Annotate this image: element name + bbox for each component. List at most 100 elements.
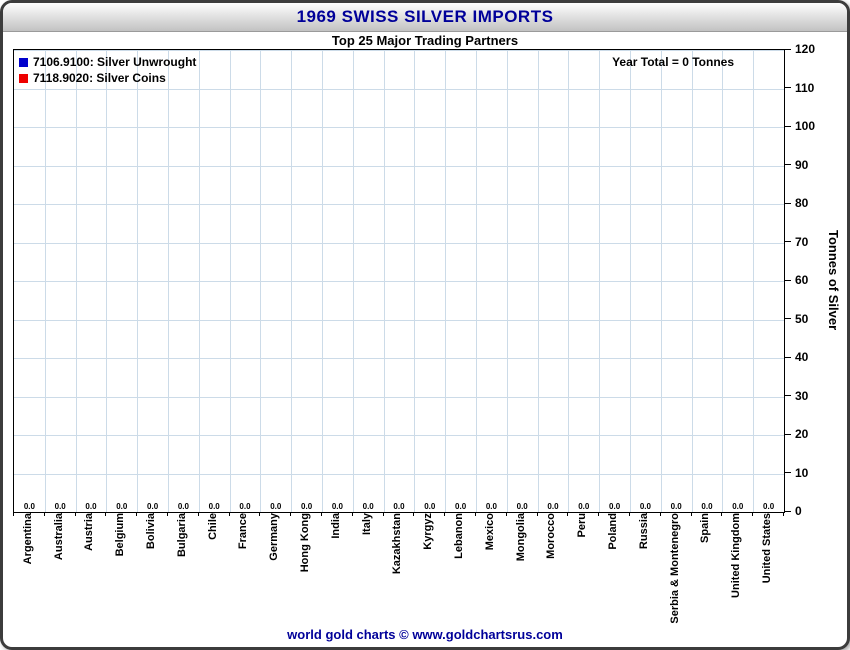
x-category-label: Kyrgyz [413, 513, 444, 550]
h-gridline [14, 435, 784, 436]
x-category-label: Bolivia [136, 513, 167, 549]
x-tick-mark [75, 512, 76, 516]
x-category-label: France [229, 513, 260, 549]
y-tick-label: 90 [795, 158, 808, 172]
h-gridline [14, 204, 784, 205]
x-category-label-text: Poland [608, 513, 619, 550]
y-tick-mark [785, 87, 791, 88]
x-category-label: Morocco [537, 513, 568, 559]
y-tick-mark [785, 511, 791, 512]
v-gridline [753, 50, 754, 512]
x-tick-mark [475, 512, 476, 516]
legend-swatch-blue [19, 58, 28, 67]
x-category-label: Austria [75, 513, 106, 551]
h-gridline [14, 320, 784, 321]
legend-swatch-red [19, 74, 28, 83]
y-axis-title: Tonnes of Silver [826, 49, 841, 511]
x-category-label: Belgium [105, 513, 136, 556]
y-tick-mark [785, 241, 791, 242]
x-category-label-text: Australia [54, 513, 65, 560]
v-gridline [722, 50, 723, 512]
h-gridline [14, 166, 784, 167]
y-tick-label: 110 [795, 81, 814, 95]
x-category-label: United States [752, 513, 783, 583]
x-category-label-text: Spain [700, 513, 711, 543]
chart-window: 1969 SWISS SILVER IMPORTS Top 25 Major T… [0, 0, 850, 650]
bar-value-label: 0.0 [76, 502, 107, 511]
x-category-label-text: France [238, 513, 249, 549]
x-tick-mark [105, 512, 106, 516]
x-category-label: Hong Kong [290, 513, 321, 572]
x-category-label-text: United States [762, 513, 773, 583]
legend: 7106.9100: Silver Unwrought 7118.9020: S… [19, 54, 196, 86]
x-category-label-text: Hong Kong [300, 513, 311, 572]
bar-value-label: 0.0 [14, 502, 45, 511]
legend-label: 7106.9100: Silver Unwrought [33, 55, 196, 69]
v-gridline [630, 50, 631, 512]
bar-value-label: 0.0 [599, 502, 630, 511]
bar-value-label: 0.0 [230, 502, 261, 511]
h-gridline [14, 281, 784, 282]
v-gridline [568, 50, 569, 512]
bar-value-label: 0.0 [476, 502, 507, 511]
x-tick-mark [259, 512, 260, 516]
v-gridline [661, 50, 662, 512]
x-category-label: Bulgaria [167, 513, 198, 557]
x-category-label: Russia [629, 513, 660, 549]
h-gridline [14, 397, 784, 398]
x-category-label: Spain [691, 513, 722, 543]
bar-value-label: 0.0 [753, 502, 784, 511]
x-category-label: Lebanon [444, 513, 475, 559]
v-gridline [384, 50, 385, 512]
y-tick-mark [785, 395, 791, 396]
x-category-label: Poland [598, 513, 629, 550]
v-gridline [353, 50, 354, 512]
bar-value-label: 0.0 [322, 502, 353, 511]
x-tick-mark [198, 512, 199, 516]
x-tick-mark [506, 512, 507, 516]
x-tick-mark [444, 512, 445, 516]
bar-value-label: 0.0 [568, 502, 599, 511]
x-tick-mark [383, 512, 384, 516]
y-tick-label: 40 [795, 350, 808, 364]
v-gridline [507, 50, 508, 512]
y-tick-label: 50 [795, 312, 808, 326]
y-tick-mark [785, 203, 791, 204]
x-tick-mark [691, 512, 692, 516]
y-tick-label: 10 [795, 466, 808, 480]
bar-value-label: 0.0 [168, 502, 199, 511]
bar-value-label: 0.0 [661, 502, 692, 511]
x-category-label-text: Bolivia [146, 513, 157, 549]
x-tick-mark [44, 512, 45, 516]
x-tick-mark [290, 512, 291, 516]
x-category-label: Germany [259, 513, 290, 561]
v-gridline [445, 50, 446, 512]
x-category-label-text: Germany [269, 513, 280, 561]
v-gridline [291, 50, 292, 512]
x-category-label-text: Mongolia [516, 513, 527, 561]
x-tick-mark [598, 512, 599, 516]
x-category-label-text: Mexico [485, 513, 496, 550]
chart-title-bar: 1969 SWISS SILVER IMPORTS [3, 3, 847, 32]
x-tick-mark [660, 512, 661, 516]
y-tick-label: 60 [795, 273, 808, 287]
h-gridline [14, 243, 784, 244]
y-tick-label: 80 [795, 196, 808, 210]
x-tick-mark [136, 512, 137, 516]
legend-item-unwrought: 7106.9100: Silver Unwrought [19, 54, 196, 70]
bar-value-label: 0.0 [291, 502, 322, 511]
x-category-label-text: United Kingdom [731, 513, 742, 598]
v-gridline [76, 50, 77, 512]
y-tick-mark [785, 357, 791, 358]
bar-value-label: 0.0 [722, 502, 753, 511]
x-tick-mark [321, 512, 322, 516]
bar-value-label: 0.0 [45, 502, 76, 511]
v-gridline [199, 50, 200, 512]
x-category-label: Serbia & Montenegro [660, 513, 691, 624]
x-category-label: Chile [198, 513, 229, 540]
x-category-label-text: Italy [362, 513, 373, 535]
bar-value-label: 0.0 [137, 502, 168, 511]
footer-credit: world gold charts © www.goldchartsrus.co… [3, 627, 847, 642]
v-gridline [106, 50, 107, 512]
v-gridline [476, 50, 477, 512]
